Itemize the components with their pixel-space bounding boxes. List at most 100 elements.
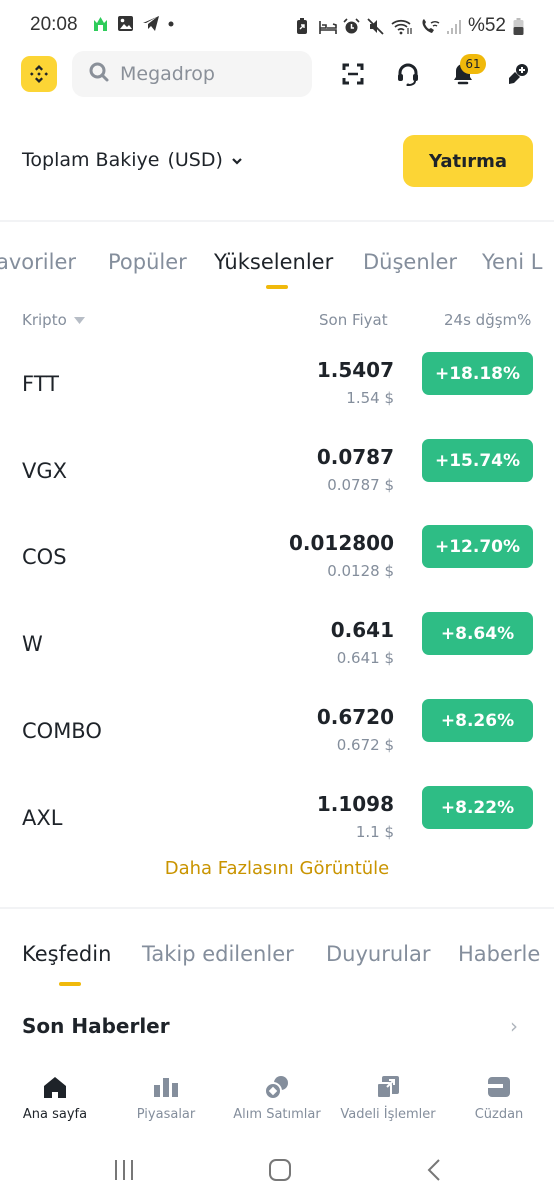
row-price: 0.0787 — [316, 445, 394, 469]
market-row[interactable]: COS 0.012800 0.0128 $ +12.70% — [0, 525, 554, 611]
battery-saver-icon — [295, 17, 312, 35]
nav-label: Vadeli İşlemler — [340, 1107, 436, 1122]
system-navigation-bar — [0, 1148, 554, 1188]
profile-add-icon[interactable] — [505, 61, 531, 87]
wifi-icon — [391, 18, 413, 35]
wifi-call-icon — [420, 18, 440, 35]
search-input[interactable] — [120, 63, 300, 85]
section-divider — [0, 220, 554, 222]
row-symbol: VGX — [22, 459, 68, 483]
sleep-mode-icon — [319, 18, 337, 35]
headset-icon[interactable] — [395, 61, 421, 87]
chevron-down-icon — [231, 149, 243, 171]
sort-down-icon — [73, 311, 85, 329]
wallet-icon — [486, 1074, 512, 1100]
row-price: 1.1098 — [316, 792, 394, 816]
status-time: 20:08 — [30, 14, 78, 35]
binance-logo-icon — [30, 65, 48, 83]
nav-label: Piyasalar — [136, 1107, 196, 1122]
back-icon[interactable] — [421, 1156, 449, 1184]
row-price-usd: 0.641 $ — [336, 649, 394, 667]
battery-percentage: %52 — [467, 15, 506, 36]
tab-favorites[interactable]: avoriler — [0, 250, 76, 274]
nav-trade[interactable]: Alım Satımlar — [222, 1068, 332, 1128]
recent-apps-icon[interactable] — [110, 1156, 138, 1184]
row-price: 1.5407 — [316, 358, 394, 382]
row-symbol: COMBO — [22, 719, 102, 743]
nav-label: Alım Satımlar — [233, 1107, 321, 1122]
bottom-navigation: Ana sayfa Piyasalar Alım Satımlar Vadeli… — [0, 1068, 554, 1128]
row-price-usd: 1.54 $ — [346, 389, 394, 407]
active-tab-indicator — [266, 285, 288, 289]
balance-label: Toplam Bakiye — [22, 149, 160, 171]
status-bar: 20:08 %52 — [0, 0, 554, 50]
row-symbol: AXL — [22, 806, 63, 830]
home-icon — [42, 1074, 68, 1100]
binance-logo[interactable] — [21, 56, 57, 92]
search-bar[interactable] — [72, 51, 312, 97]
image-icon — [117, 15, 134, 32]
app-notification-icon — [92, 15, 109, 32]
row-change-badge[interactable]: +8.26% — [422, 699, 533, 742]
row-price-usd: 0.672 $ — [336, 736, 394, 754]
nav-futures[interactable]: Vadeli İşlemler — [333, 1068, 443, 1128]
latest-news-title[interactable]: Son Haberler — [22, 1014, 170, 1038]
market-row[interactable]: VGX 0.0787 0.0787 $ +15.74% — [0, 439, 554, 525]
tab-following[interactable]: Takip edilenler — [142, 942, 294, 966]
row-price: 0.6720 — [316, 705, 394, 729]
row-change-badge[interactable]: +15.74% — [422, 439, 533, 482]
telegram-icon — [142, 15, 159, 32]
market-row[interactable]: FTT 1.5407 1.54 $ +18.18% — [0, 352, 554, 438]
row-price-usd: 1.1 $ — [355, 823, 394, 841]
view-more-link[interactable]: Daha Fazlasını Görüntüle — [0, 858, 554, 879]
nav-label: Cüzdan — [474, 1107, 524, 1122]
row-symbol: FTT — [22, 372, 59, 396]
dot-icon — [167, 15, 175, 32]
column-crypto: Kripto — [22, 311, 67, 329]
market-row[interactable]: W 0.641 0.641 $ +8.64% — [0, 612, 554, 698]
deposit-button[interactable]: Yatırma — [403, 135, 533, 187]
nav-home[interactable]: Ana sayfa — [0, 1068, 110, 1128]
active-discover-tab-indicator — [59, 982, 81, 986]
row-change-badge[interactable]: +8.22% — [422, 786, 533, 829]
row-change-badge[interactable]: +8.64% — [422, 612, 533, 655]
column-crypto-sort[interactable]: Kripto — [22, 311, 85, 329]
row-price-usd: 0.0787 $ — [327, 476, 394, 494]
market-tabs: avoriler Popüler Yükselenler Düşenler Ye… — [0, 250, 554, 280]
row-price: 0.641 — [330, 618, 394, 642]
search-icon — [88, 61, 110, 87]
futures-icon — [375, 1074, 401, 1100]
row-change-badge[interactable]: +12.70% — [422, 525, 533, 568]
tab-losers[interactable]: Düşenler — [363, 250, 457, 274]
balance-currency: (USD) — [167, 149, 223, 171]
tab-popular[interactable]: Popüler — [108, 250, 187, 274]
battery-icon — [513, 17, 524, 35]
nav-markets[interactable]: Piyasalar — [111, 1068, 221, 1128]
column-last-price[interactable]: Son Fiyat — [319, 311, 388, 329]
trade-icon — [264, 1074, 290, 1100]
tab-announcements[interactable]: Duyurular — [326, 942, 431, 966]
tab-news[interactable]: Haberle — [458, 942, 540, 966]
scan-icon[interactable] — [340, 61, 366, 87]
row-price: 0.012800 — [288, 531, 394, 555]
mute-icon — [367, 17, 384, 35]
balance-currency-selector[interactable]: Toplam Bakiye (USD) — [22, 149, 243, 171]
nav-label: Ana sayfa — [22, 1107, 88, 1122]
row-symbol: COS — [22, 545, 67, 569]
market-row[interactable]: COMBO 0.6720 0.672 $ +8.26% — [0, 699, 554, 785]
column-24h-change[interactable]: 24s dğşm% — [444, 311, 531, 329]
home-button-icon[interactable] — [266, 1156, 294, 1184]
row-price-usd: 0.0128 $ — [327, 562, 394, 580]
notification-badge: 61 — [460, 54, 486, 74]
section-divider — [0, 907, 554, 909]
nav-wallet[interactable]: Cüzdan — [444, 1068, 554, 1128]
tab-new-listings[interactable]: Yeni L — [482, 250, 542, 274]
tab-gainers[interactable]: Yükselenler — [214, 250, 333, 274]
row-change-badge[interactable]: +18.18% — [422, 352, 533, 395]
alarm-icon — [343, 17, 360, 35]
balance-section: Toplam Bakiye (USD) Yatırma — [0, 135, 554, 187]
app-header: 61 — [0, 50, 554, 98]
chevron-right-icon[interactable]: › — [510, 1014, 518, 1038]
row-symbol: W — [22, 632, 43, 656]
tab-discover[interactable]: Keşfedin — [22, 942, 111, 966]
